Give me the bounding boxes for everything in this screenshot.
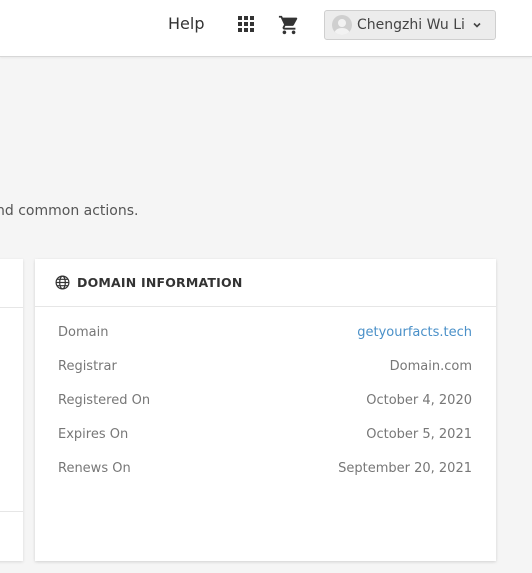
card-divider <box>0 307 23 308</box>
adjacent-card <box>0 259 23 561</box>
card-header: DOMAIN INFORMATION <box>35 259 496 307</box>
info-row-registrar: Registrar Domain.com <box>58 359 472 379</box>
card-divider <box>0 511 23 512</box>
info-label: Domain <box>58 325 109 340</box>
domain-information-card: DOMAIN INFORMATION Domain getyourfacts.t… <box>35 259 496 561</box>
info-value: October 5, 2021 <box>366 427 472 442</box>
info-label: Registered On <box>58 393 151 408</box>
info-value: October 4, 2020 <box>366 393 472 408</box>
info-value: Domain.com <box>389 359 472 374</box>
info-label: Expires On <box>58 427 129 442</box>
card-title: DOMAIN INFORMATION <box>77 275 243 290</box>
grid-icon[interactable] <box>238 16 254 32</box>
user-menu-button[interactable]: Chengzhi Wu Li <box>324 10 496 40</box>
globe-icon <box>55 275 70 290</box>
top-navigation-bar: Help Chengzhi Wu Li <box>0 0 532 57</box>
domain-link[interactable]: getyourfacts.tech <box>357 325 472 340</box>
user-name: Chengzhi Wu Li <box>357 17 465 33</box>
info-row-renews-on: Renews On September 20, 2021 <box>58 461 472 481</box>
chevron-down-icon <box>473 22 481 28</box>
info-row-expires-on: Expires On October 5, 2021 <box>58 427 472 447</box>
info-label: Renews On <box>58 461 131 476</box>
info-row-domain: Domain getyourfacts.tech <box>58 325 472 345</box>
help-link[interactable]: Help <box>168 14 204 33</box>
cart-icon[interactable] <box>278 14 300 36</box>
user-avatar-icon <box>332 15 352 35</box>
info-value: September 20, 2021 <box>338 461 472 476</box>
info-label: Registrar <box>58 359 117 374</box>
info-row-registered-on: Registered On October 4, 2020 <box>58 393 472 413</box>
page-subtitle: nd common actions. <box>0 203 139 219</box>
